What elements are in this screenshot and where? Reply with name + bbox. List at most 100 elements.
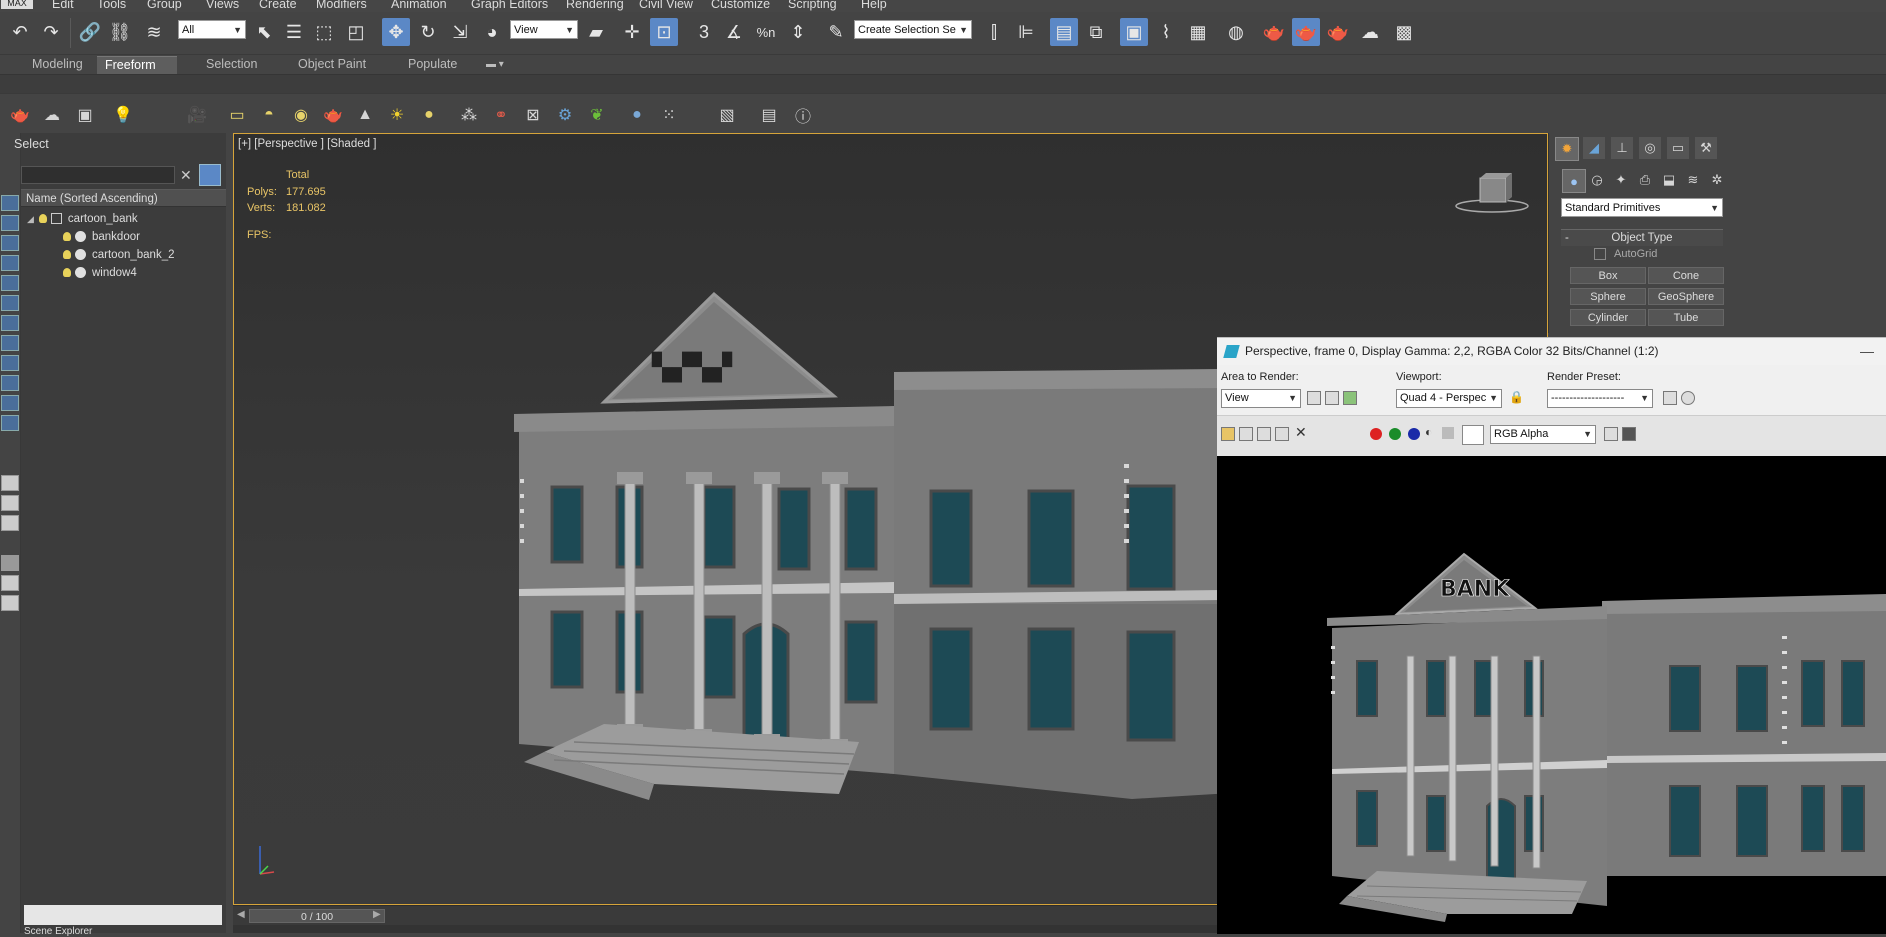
display-all-icon[interactable] bbox=[1, 475, 19, 491]
display-helpers-icon[interactable] bbox=[1, 275, 19, 291]
gear-icon[interactable]: ⚙ bbox=[554, 104, 576, 126]
tab-selection[interactable]: Selection bbox=[198, 56, 265, 73]
cylinder-button[interactable]: Cylinder bbox=[1570, 309, 1646, 326]
batch-render-icon[interactable]: ▤ bbox=[758, 104, 780, 126]
rendered-frame-window[interactable]: Perspective, frame 0, Display Gamma: 2,2… bbox=[1217, 337, 1886, 934]
display-shapes-icon[interactable] bbox=[1, 215, 19, 231]
display-cameras-icon[interactable] bbox=[1, 255, 19, 271]
app-logo[interactable]: MAX bbox=[1, 0, 33, 9]
named-selection-dropdown[interactable]: Create Selection Se ▼ bbox=[854, 20, 972, 39]
tree-item-cartoon-bank[interactable]: ◢ cartoon_bank bbox=[27, 211, 138, 228]
systems-category-icon[interactable]: ✲ bbox=[1706, 169, 1728, 191]
tab-object-paint[interactable]: Object Paint bbox=[290, 56, 374, 73]
undo-icon[interactable]: ↶ bbox=[6, 18, 34, 46]
sphere-button[interactable]: Sphere bbox=[1570, 288, 1646, 305]
tree-item-cartoon-bank-2[interactable]: cartoon_bank_2 bbox=[63, 247, 174, 264]
dome-icon[interactable]: ◓ bbox=[258, 104, 280, 126]
render-preset-dropdown[interactable]: -------------------- ▼ bbox=[1547, 389, 1653, 408]
layer-explorer-icon[interactable]: ▤ bbox=[1050, 18, 1078, 46]
display-geometry-icon[interactable] bbox=[1, 195, 19, 211]
select-and-scale-icon[interactable]: ⇲ bbox=[446, 18, 474, 46]
ribbon-options-icon[interactable]: ▬ ▾ bbox=[478, 56, 512, 73]
scene-explorer-icon[interactable]: ▣ bbox=[1120, 18, 1148, 46]
create-tab-icon[interactable]: ✹ bbox=[1555, 137, 1579, 161]
hierarchy-tab-icon[interactable]: ⊥ bbox=[1611, 137, 1633, 159]
lock-icon[interactable]: 🔒 bbox=[1509, 390, 1524, 404]
bind-space-warp-icon[interactable]: ≋ bbox=[140, 18, 168, 46]
connect-icon[interactable]: ⚭ bbox=[490, 104, 512, 126]
spinner-snap-icon[interactable]: ⇕ bbox=[784, 18, 812, 46]
material-browser-icon[interactable]: ⁙ bbox=[658, 104, 680, 126]
angle-snap-icon[interactable]: ∡ bbox=[720, 18, 748, 46]
display-channel-dropdown[interactable]: RGB Alpha ▼ bbox=[1490, 425, 1596, 444]
region-select-icon[interactable] bbox=[1343, 391, 1357, 405]
display-none-icon[interactable] bbox=[1, 495, 19, 511]
unlink-icon[interactable]: ⛓ bbox=[106, 18, 134, 46]
toggle-ui-icon[interactable] bbox=[1622, 427, 1636, 441]
helpers-category-icon[interactable]: ⬓ bbox=[1658, 169, 1680, 191]
object-type-rollout[interactable]: - Object Type bbox=[1561, 229, 1723, 246]
tube-button[interactable]: Tube bbox=[1648, 309, 1724, 326]
display-tab-icon[interactable]: ▭ bbox=[1667, 137, 1689, 159]
curve-editor-icon[interactable]: ⌇ bbox=[1152, 18, 1180, 46]
cone-icon[interactable]: ▲ bbox=[354, 104, 376, 126]
redo-icon[interactable]: ↷ bbox=[37, 18, 65, 46]
display-hidden-icon[interactable] bbox=[1, 415, 19, 431]
modify-tab-icon[interactable]: ◢ bbox=[1583, 137, 1605, 159]
alpha-channel-icon[interactable]: ◐ bbox=[1425, 425, 1432, 439]
viewport-dropdown[interactable]: Quad 4 - Perspec ▼ bbox=[1396, 389, 1502, 408]
menu-customize[interactable]: Customize bbox=[711, 0, 770, 11]
selection-filter-dropdown[interactable]: All ▼ bbox=[178, 20, 246, 39]
print-image-icon[interactable] bbox=[1275, 427, 1289, 441]
tree-item-window4[interactable]: window4 bbox=[63, 265, 137, 282]
display-frozen-icon[interactable] bbox=[1, 395, 19, 411]
primitive-type-dropdown[interactable]: Standard Primitives ▼ bbox=[1561, 198, 1723, 217]
sync-selection-icon[interactable] bbox=[1, 575, 19, 591]
geometry-category-icon[interactable]: ● bbox=[1562, 169, 1586, 193]
display-space-warps-icon[interactable] bbox=[1, 295, 19, 311]
save-image-icon[interactable] bbox=[1221, 427, 1235, 441]
mirror-icon[interactable]: ⫿ bbox=[980, 18, 1008, 46]
align-icon[interactable]: ⊫ bbox=[1012, 18, 1040, 46]
menu-group[interactable]: Group bbox=[147, 0, 182, 11]
render-setup-icon[interactable]: 🫖 bbox=[1260, 18, 1288, 46]
grass-icon[interactable]: ❦ bbox=[586, 104, 608, 126]
menu-graph-editors[interactable]: Graph Editors bbox=[471, 0, 548, 11]
blue-channel-icon[interactable] bbox=[1408, 428, 1420, 440]
motion-tab-icon[interactable]: ◎ bbox=[1639, 137, 1661, 159]
display-groups-icon[interactable] bbox=[1, 315, 19, 331]
menu-help[interactable]: Help bbox=[861, 0, 887, 11]
explorer-search-input[interactable] bbox=[21, 166, 175, 184]
tab-modeling[interactable]: Modeling bbox=[24, 56, 91, 73]
explorer-filter-icon[interactable] bbox=[199, 164, 221, 186]
cloud-icon[interactable]: ☁ bbox=[41, 104, 63, 126]
rendered-frame-window-icon[interactable]: 🫖 bbox=[1292, 18, 1320, 46]
environment-effects-icon[interactable] bbox=[1681, 391, 1695, 405]
select-object-icon[interactable]: ⬉ bbox=[250, 18, 278, 46]
sun-icon[interactable]: ☀ bbox=[386, 104, 408, 126]
clone-window-icon[interactable] bbox=[1257, 427, 1271, 441]
next-frame-icon[interactable]: ▶ bbox=[373, 909, 381, 920]
render-frame-icon[interactable]: ▧ bbox=[716, 104, 738, 126]
render-setup-small-icon[interactable] bbox=[1663, 391, 1677, 405]
menu-views[interactable]: Views bbox=[206, 0, 239, 11]
material-editor-icon[interactable]: ◍ bbox=[1222, 18, 1250, 46]
display-invert-icon[interactable] bbox=[1, 515, 19, 531]
light-icon[interactable]: 💡 bbox=[112, 104, 134, 126]
pivot-center-icon[interactable]: ▰ bbox=[582, 18, 610, 46]
autogrid-checkbox[interactable] bbox=[1594, 248, 1606, 260]
render-production-icon[interactable]: 🫖 bbox=[1324, 18, 1352, 46]
utilities-tab-icon[interactable]: ⚒ bbox=[1695, 137, 1717, 159]
help-icon[interactable]: ⓘ bbox=[792, 104, 814, 126]
render-window-title[interactable]: Perspective, frame 0, Display Gamma: 2,2… bbox=[1217, 338, 1886, 365]
display-xrefs-icon[interactable] bbox=[1, 335, 19, 351]
menu-modifiers[interactable]: Modifiers bbox=[316, 0, 367, 11]
prev-frame-icon[interactable]: ◀ bbox=[237, 909, 245, 920]
menu-scripting[interactable]: Scripting bbox=[788, 0, 837, 11]
select-and-move-icon[interactable]: ✥ bbox=[382, 18, 410, 46]
percent-snap-icon[interactable]: %n bbox=[752, 18, 780, 46]
menu-civil-view[interactable]: Civil View bbox=[639, 0, 693, 11]
box-button[interactable]: Box bbox=[1570, 267, 1646, 284]
sphere-light-icon[interactable]: ◉ bbox=[290, 104, 312, 126]
lock-cell-editing-icon[interactable] bbox=[1, 595, 19, 611]
